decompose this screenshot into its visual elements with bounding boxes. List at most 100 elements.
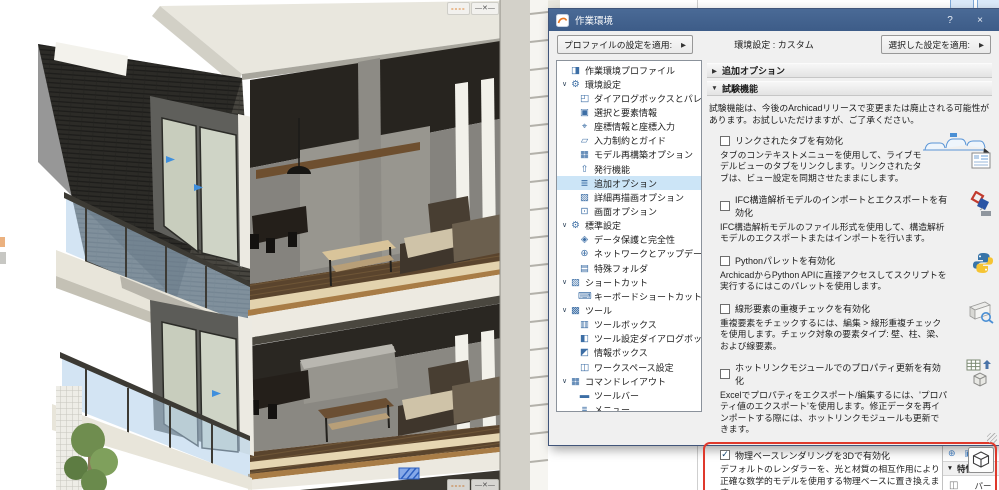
apply-selected-settings-label: 選択した設定を適用: xyxy=(888,40,970,50)
cut-line-tool-icon[interactable]: —✕— xyxy=(471,479,499,490)
tree-item-dialog-palette[interactable]: ◰ダイアログボックスとパレット xyxy=(557,91,701,105)
tree-item-display-options[interactable]: ⊡ 画面オプション xyxy=(557,204,701,218)
ifc-structural-icon xyxy=(968,190,994,221)
menu-icon: ≡ xyxy=(581,403,588,412)
option-desc: 重複要素をチェックするには、編集 > 線形重複チェックを使用します。チェック対象… xyxy=(720,317,944,351)
hotlink-property-icon xyxy=(966,359,994,389)
linked-tabs-icon xyxy=(922,132,994,172)
tool-settings-icon: ◧ xyxy=(580,333,589,345)
work-environment-dialog: 作業環境 ? × 環境設定 : カスタム プロファイルの設定を適用: ▶ 選択し… xyxy=(548,8,999,490)
apply-profile-settings-button[interactable]: プロファイルの設定を適用: ▶ xyxy=(557,35,694,54)
option-desc: デフォルトのレンダラーを、光と材質の相互作用により正確な数学的モデルを使用する物… xyxy=(720,464,940,490)
option-label: ホットリンクモジュールでのプロパティ更新を有効化 xyxy=(735,363,941,387)
chevron-down-icon: ∨ xyxy=(561,377,568,385)
guides-icon: ▱ xyxy=(580,135,589,147)
option-label: リンクされたタブを有効化 xyxy=(735,136,844,147)
tree-group-command-layout[interactable]: ∨ ▦ コマンドレイアウト xyxy=(557,374,701,388)
tree-item-redraw-options[interactable]: ▨ 詳細再描画オプション xyxy=(557,190,701,204)
checkbox-ifc-structural[interactable] xyxy=(720,201,730,212)
section-cut-wall xyxy=(499,0,549,490)
archicad-logo-icon xyxy=(556,13,569,27)
tree-item-workspace[interactable]: ◫ ワークスペース設定 xyxy=(557,360,701,374)
checkbox-linked-tabs[interactable] xyxy=(720,135,730,146)
checkbox-pbr-3d[interactable]: ✓ xyxy=(720,450,730,461)
command-layout-icon: ▦ xyxy=(571,375,580,387)
experimental-intro-text: 試験機能は、今後のArchicadリリースで変更または廃止される可能性があります… xyxy=(709,103,990,125)
option-desc: IFC構造解析モデルのファイル形式を使用して、構造解析モデルのエクスポートまたは… xyxy=(720,221,945,244)
checkbox-python-palette[interactable] xyxy=(720,255,730,266)
tree-group-tools[interactable]: ∨ ▩ ツール xyxy=(557,303,701,317)
dialog-titlebar[interactable]: 作業環境 ? × xyxy=(549,9,999,31)
tree-item-menu[interactable]: ≡ メニュー xyxy=(557,402,701,412)
profile-icon: ◨ xyxy=(571,64,580,76)
option-label: 物理ベースレンダリングを3Dで有効化 xyxy=(735,450,891,461)
chevron-down-icon: ∨ xyxy=(561,222,568,230)
help-button[interactable]: ? xyxy=(938,9,962,31)
archicad-workspace: ---- —✕— ---- —✕— ⊕ ▣ × ▼ 特性 ◫ パー 作業環境 ? xyxy=(0,0,999,490)
tree-item-tool-settings[interactable]: ◧ツール設定ダイアログボックス xyxy=(557,332,701,346)
tree-item-special-folders[interactable]: ▤ 特殊フォルダ xyxy=(557,261,701,275)
section-experimental-features[interactable]: ▼ 試験機能 xyxy=(707,81,992,96)
settings-content: ▶ 追加オプション ▼ 試験機能 試験機能は、今後のArchicadリリースで変… xyxy=(703,60,997,490)
tree-item-input-guides[interactable]: ▱ 入力制約とガイド xyxy=(557,134,701,148)
info-box-icon: ◩ xyxy=(580,347,589,359)
3d-model-view[interactable] xyxy=(0,0,560,490)
toolbar-icon: ▬ xyxy=(579,389,590,401)
python-icon xyxy=(972,252,994,276)
tree-item-info-box[interactable]: ◩ 情報ボックス xyxy=(557,346,701,360)
tree-item-network-update[interactable]: ⊕ ネットワークとアップデート xyxy=(557,247,701,261)
dashed-line-tool-icon[interactable]: ---- xyxy=(447,2,470,15)
chevron-down-icon: ∨ xyxy=(561,80,568,88)
tree-item-selection-info[interactable]: ▣ 選択と要素情報 xyxy=(557,105,701,119)
checkbox-overlap-check[interactable] xyxy=(720,303,730,314)
options-list: リンクされたタブを有効化 タブのコンテキストメニューを使用して、ライブモデルビュ… xyxy=(703,132,997,490)
panel-divider-line xyxy=(697,0,698,8)
apply-selected-settings-button[interactable]: 選択した設定を適用: ▶ xyxy=(881,35,991,54)
tree-item-keyboard-shortcut[interactable]: ⌨ キーボードショートカット xyxy=(557,289,701,303)
chevron-down-icon: ∨ xyxy=(561,278,568,286)
keyboard-icon: ⌨ xyxy=(578,290,592,302)
checkbox-hotlink-property[interactable] xyxy=(720,369,730,380)
tree-group-standard-settings[interactable]: ∨ ⚙ 標準設定 xyxy=(557,219,701,233)
tree-item-coordinate-input[interactable]: ⌖ 座標情報と座標入力 xyxy=(557,120,701,134)
close-button[interactable]: × xyxy=(968,9,992,31)
cut-line-tool-icon[interactable]: —✕— xyxy=(471,2,499,15)
section-title: 試験機能 xyxy=(722,84,759,94)
section-more-options[interactable]: ▶ 追加オプション xyxy=(707,63,992,78)
resize-grip[interactable] xyxy=(987,433,997,443)
chevron-right-icon: ▶ xyxy=(712,67,717,75)
workspace-icon: ◫ xyxy=(580,361,589,373)
display-icon: ⊡ xyxy=(580,205,589,217)
clipped-toolbar-icon xyxy=(0,237,5,247)
tree-item-model-rebuild[interactable]: ▦ モデル再構築オプション xyxy=(557,148,701,162)
dashed-line-tool-icon[interactable]: ---- xyxy=(447,479,470,490)
tree-group-shortcuts[interactable]: ∨ ▧ ショートカット xyxy=(557,275,701,289)
apply-profile-settings-label: プロファイルの設定を適用: xyxy=(564,40,673,50)
pbr-cube-icon xyxy=(968,446,994,475)
dialog-title: 作業環境 xyxy=(575,16,614,27)
tree-item-publish[interactable]: ⇧ 発行機能 xyxy=(557,162,701,176)
rebuild-icon: ▦ xyxy=(580,149,589,161)
tree-item-toolbar[interactable]: ▬ ツールバー xyxy=(557,388,701,402)
tools-icon: ▩ xyxy=(571,304,580,316)
building-cutaway xyxy=(38,0,560,490)
dialog-toolbar: 環境設定 : カスタム プロファイルの設定を適用: ▶ 選択した設定を適用: ▶ xyxy=(549,31,999,58)
option-ifc-structural: IFC構造解析モデルのインポートとエクスポートを有効化 IFC構造解析モデルのフ… xyxy=(720,190,994,244)
publish-icon: ⇧ xyxy=(580,163,589,175)
tree-item-work-env-profile[interactable]: ◨ 作業環境プロファイル xyxy=(557,63,701,77)
option-desc: タブのコンテキストメニューを使用して、ライブモデルビューのタブをリンクします。リ… xyxy=(720,149,922,183)
option-physically-based-rendering: ✓ 物理ベースレンダリングを3Dで有効化 デフォルトのレンダラーを、光と材質の相互… xyxy=(703,441,997,490)
clipped-toolbar-icon xyxy=(0,252,6,264)
option-desc: Excelでプロパティをエクスポート/編集するには、'プロパティ値のエクスポート… xyxy=(720,389,948,435)
chevron-down-icon: ▼ xyxy=(711,85,718,92)
chevron-down-icon: ∨ xyxy=(561,306,568,314)
tree-item-toolbox[interactable]: ▥ ツールボックス xyxy=(557,318,701,332)
tree-item-more-options[interactable]: ≣ 追加オプション xyxy=(557,176,701,191)
dialog-palette-icon: ◰ xyxy=(580,92,589,104)
tree-item-data-safety[interactable]: ◈ データ保護と完全性 xyxy=(557,233,701,247)
folders-icon: ▤ xyxy=(580,262,589,274)
menu-arrow-icon: ▶ xyxy=(979,41,984,49)
standard-settings-icon: ⚙ xyxy=(571,220,580,232)
tree-group-environment-settings[interactable]: ∨ ⚙ 環境設定 xyxy=(557,77,701,91)
option-hotlink-property: ホットリンクモジュールでのプロパティ更新を有効化 Excelでプロパティをエクス… xyxy=(720,359,994,435)
